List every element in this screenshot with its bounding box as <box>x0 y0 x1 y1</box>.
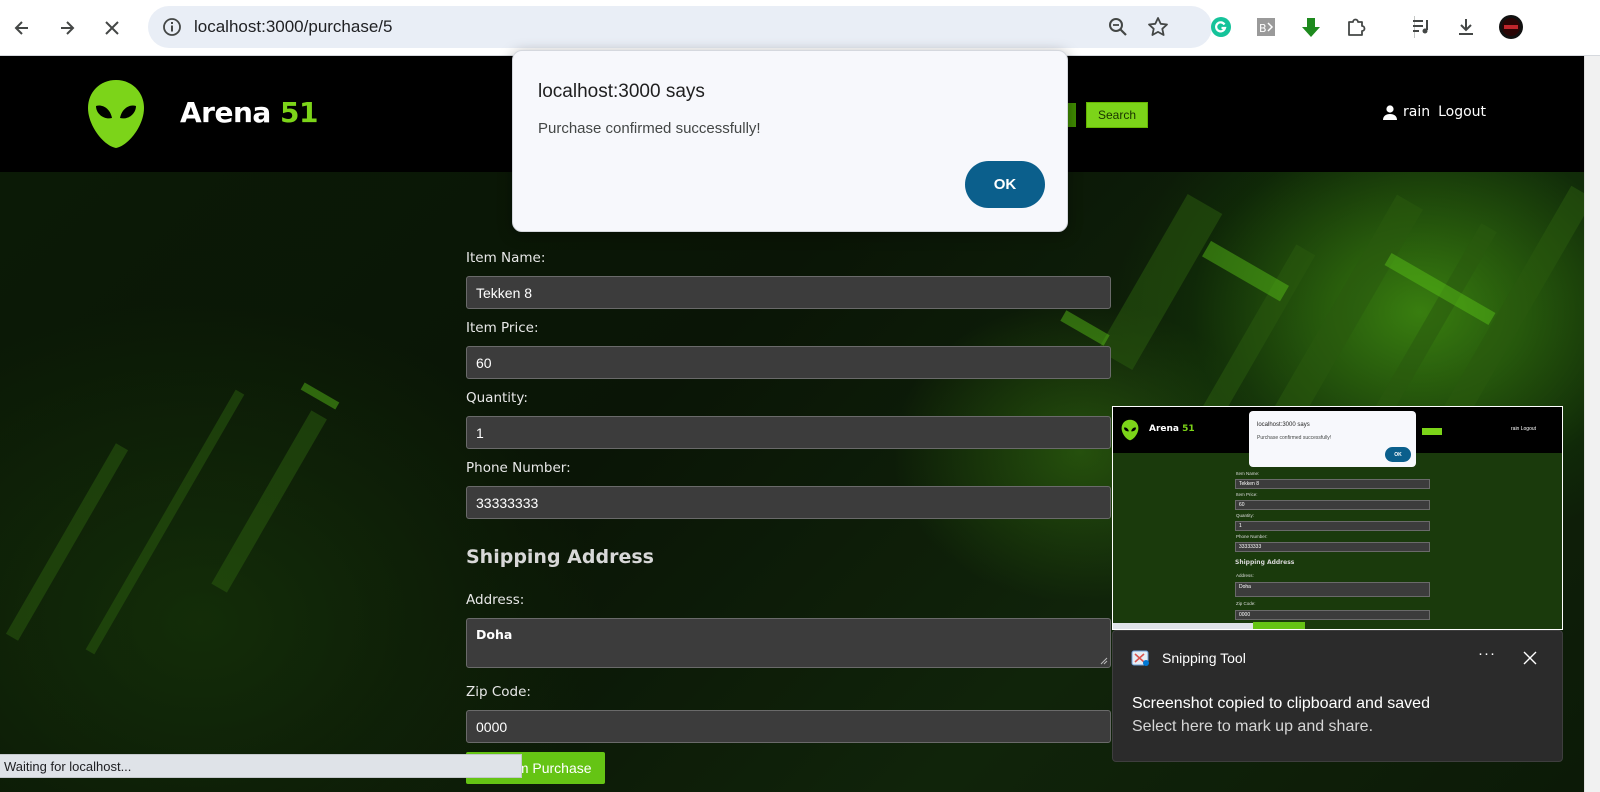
media-controls-icon[interactable] <box>1406 12 1436 42</box>
grammarly-extension-icon[interactable] <box>1206 12 1236 42</box>
alien-logo-icon[interactable] <box>86 78 146 150</box>
thumbnail-search-button <box>1422 428 1442 435</box>
stop-loading-button[interactable] <box>96 12 128 44</box>
dialog-message: Purchase confirmed successfully! <box>538 120 761 137</box>
user-menu: rain Logout <box>1383 104 1486 120</box>
snipping-tool-notification[interactable]: Snipping Tool ··· Screenshot copied to c… <box>1112 630 1563 762</box>
url-text[interactable]: localhost:3000/purchase/5 <box>194 17 392 37</box>
phone-field[interactable]: 33333333 <box>466 486 1111 519</box>
dialog-ok-button[interactable]: OK <box>965 161 1045 208</box>
forward-button[interactable] <box>51 12 83 44</box>
username-label: rain <box>1403 104 1431 120</box>
shipping-address-heading: Shipping Address <box>466 546 654 568</box>
quantity-field[interactable]: 1 <box>466 416 1111 449</box>
thumbnail-quantity-field: 1 <box>1235 521 1430 531</box>
phone-label: Phone Number: <box>466 460 571 476</box>
bookmark-star-icon[interactable] <box>1146 15 1170 39</box>
dialog-title: localhost:3000 says <box>538 81 705 102</box>
item-name-label: Item Name: <box>466 250 546 266</box>
thumbnail-alien-logo-icon <box>1121 419 1139 441</box>
thumbnail-brand: Arena 51 <box>1149 424 1195 434</box>
thumbnail-item-price-field: 60 <box>1235 500 1430 510</box>
address-label: Address: <box>466 592 525 608</box>
brand-number: 51 <box>280 96 319 129</box>
item-price-field[interactable]: 60 <box>466 346 1111 379</box>
more-options-button[interactable]: ··· <box>1473 645 1501 671</box>
close-icon <box>105 21 119 35</box>
notification-close-button[interactable] <box>1519 647 1541 669</box>
thumbnail-item-name-field: Tekken 8 <box>1235 479 1430 489</box>
back-button[interactable] <box>6 12 38 44</box>
thumbnail-brand-name: Arena <box>1149 424 1179 434</box>
item-name-field[interactable]: Tekken 8 <box>466 276 1111 309</box>
address-textarea[interactable]: Doha <box>466 618 1111 668</box>
brand-title[interactable]: Arena 51 <box>180 96 319 129</box>
notification-app-name: Snipping Tool <box>1162 650 1246 666</box>
resize-grip-icon[interactable] <box>1100 657 1108 665</box>
snipping-tool-icon <box>1131 650 1149 666</box>
thumbnail-zip-field: 0000 <box>1235 610 1430 620</box>
forward-arrow-icon <box>61 21 75 35</box>
alert-dialog: localhost:3000 says Purchase confirmed s… <box>512 50 1068 232</box>
notification-body: Select here to mark up and share. <box>1132 718 1374 735</box>
browser-status-bar: Waiting for localhost... <box>0 754 522 778</box>
thumbnail-shipping-heading: Shipping Address <box>1235 559 1295 566</box>
thumbnail-phone-field: 33333333 <box>1235 542 1430 552</box>
thumbnail-dialog: localhost:3000 says Purchase confirmed s… <box>1249 411 1416 467</box>
bookmark-extension-icon[interactable]: B <box>1251 12 1281 42</box>
profile-avatar-icon[interactable] <box>1496 12 1526 42</box>
thumbnail-user-text: rain Logout <box>1511 426 1537 432</box>
svg-text:B: B <box>1259 22 1267 35</box>
page-scrollbar[interactable] <box>1584 56 1600 792</box>
browser-toolbar: localhost:3000/purchase/5 B <box>0 0 1600 56</box>
back-arrow-icon <box>14 21 28 35</box>
thumbnail-zip-label: Zip Code: <box>1236 601 1256 606</box>
thumbnail-status-bar <box>1113 623 1253 629</box>
screenshot-thumbnail[interactable]: Arena 51 rain Logout localhost:3000 says… <box>1112 406 1563 630</box>
thumbnail-address-label: Address: <box>1236 573 1254 578</box>
quantity-label: Quantity: <box>466 390 528 406</box>
extensions-puzzle-icon[interactable] <box>1341 12 1371 42</box>
zip-code-label: Zip Code: <box>466 684 531 700</box>
thumbnail-brand-number: 51 <box>1182 424 1195 434</box>
thumbnail-dialog-title: localhost:3000 says <box>1257 422 1310 428</box>
downloads-icon[interactable] <box>1451 12 1481 42</box>
thumbnail-address-field: Doha <box>1235 582 1430 597</box>
thumbnail-confirm-button <box>1253 622 1305 629</box>
close-icon <box>1523 651 1537 665</box>
thumbnail-quantity-label: Quantity: <box>1236 513 1255 518</box>
thumbnail-ok-button: OK <box>1385 447 1411 462</box>
thumbnail-dialog-message: Purchase confirmed successfully! <box>1257 435 1332 441</box>
search-button[interactable]: Search <box>1086 102 1148 128</box>
site-info-icon[interactable] <box>160 15 184 39</box>
zip-code-field[interactable]: 0000 <box>466 710 1111 743</box>
brand-name: Arena <box>180 96 271 129</box>
item-price-label: Item Price: <box>466 320 539 336</box>
notification-title: Screenshot copied to clipboard and saved <box>1132 695 1430 712</box>
thumbnail-item-price-label: Item Price: <box>1236 492 1258 497</box>
user-icon <box>1383 104 1397 120</box>
thumbnail-phone-label: Phone Number: <box>1236 534 1268 539</box>
address-bar[interactable]: localhost:3000/purchase/5 <box>148 6 1212 48</box>
zoom-icon[interactable] <box>1106 15 1130 39</box>
thumbnail-item-name-label: Item Name: <box>1236 471 1260 476</box>
address-value: Doha <box>476 627 513 642</box>
logout-link[interactable]: Logout <box>1438 104 1486 120</box>
download-arrow-extension-icon[interactable] <box>1296 12 1326 42</box>
